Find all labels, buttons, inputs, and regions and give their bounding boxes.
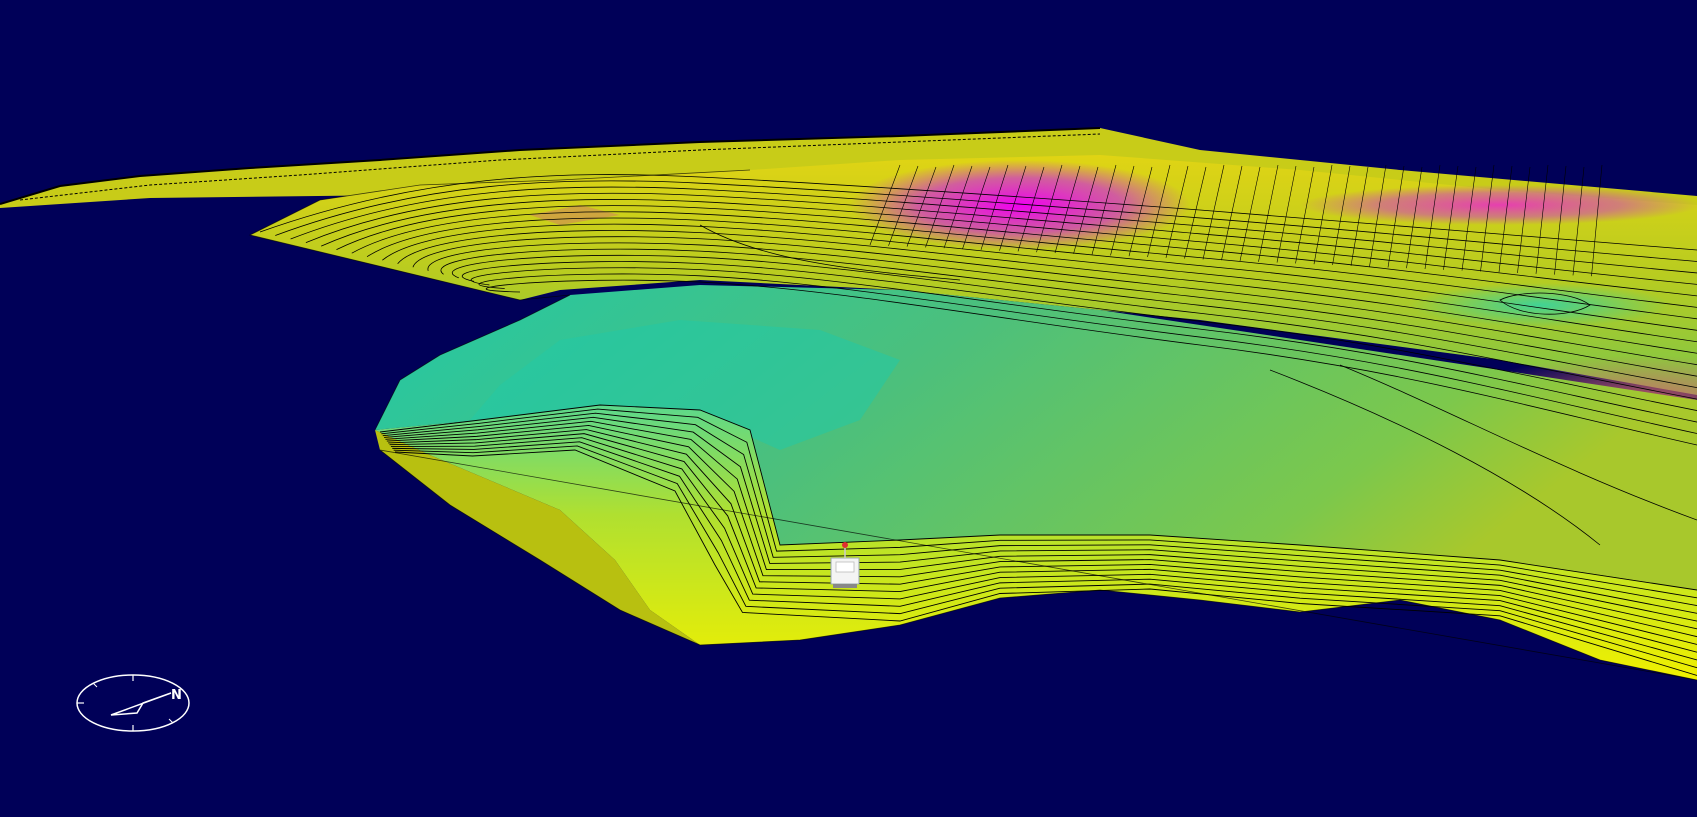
terrain-viewport[interactable]: N bbox=[0, 0, 1697, 817]
terrain-scene[interactable]: N bbox=[0, 0, 1697, 817]
compass-north-label: N bbox=[171, 688, 182, 703]
compass-icon[interactable]: N bbox=[76, 674, 190, 732]
